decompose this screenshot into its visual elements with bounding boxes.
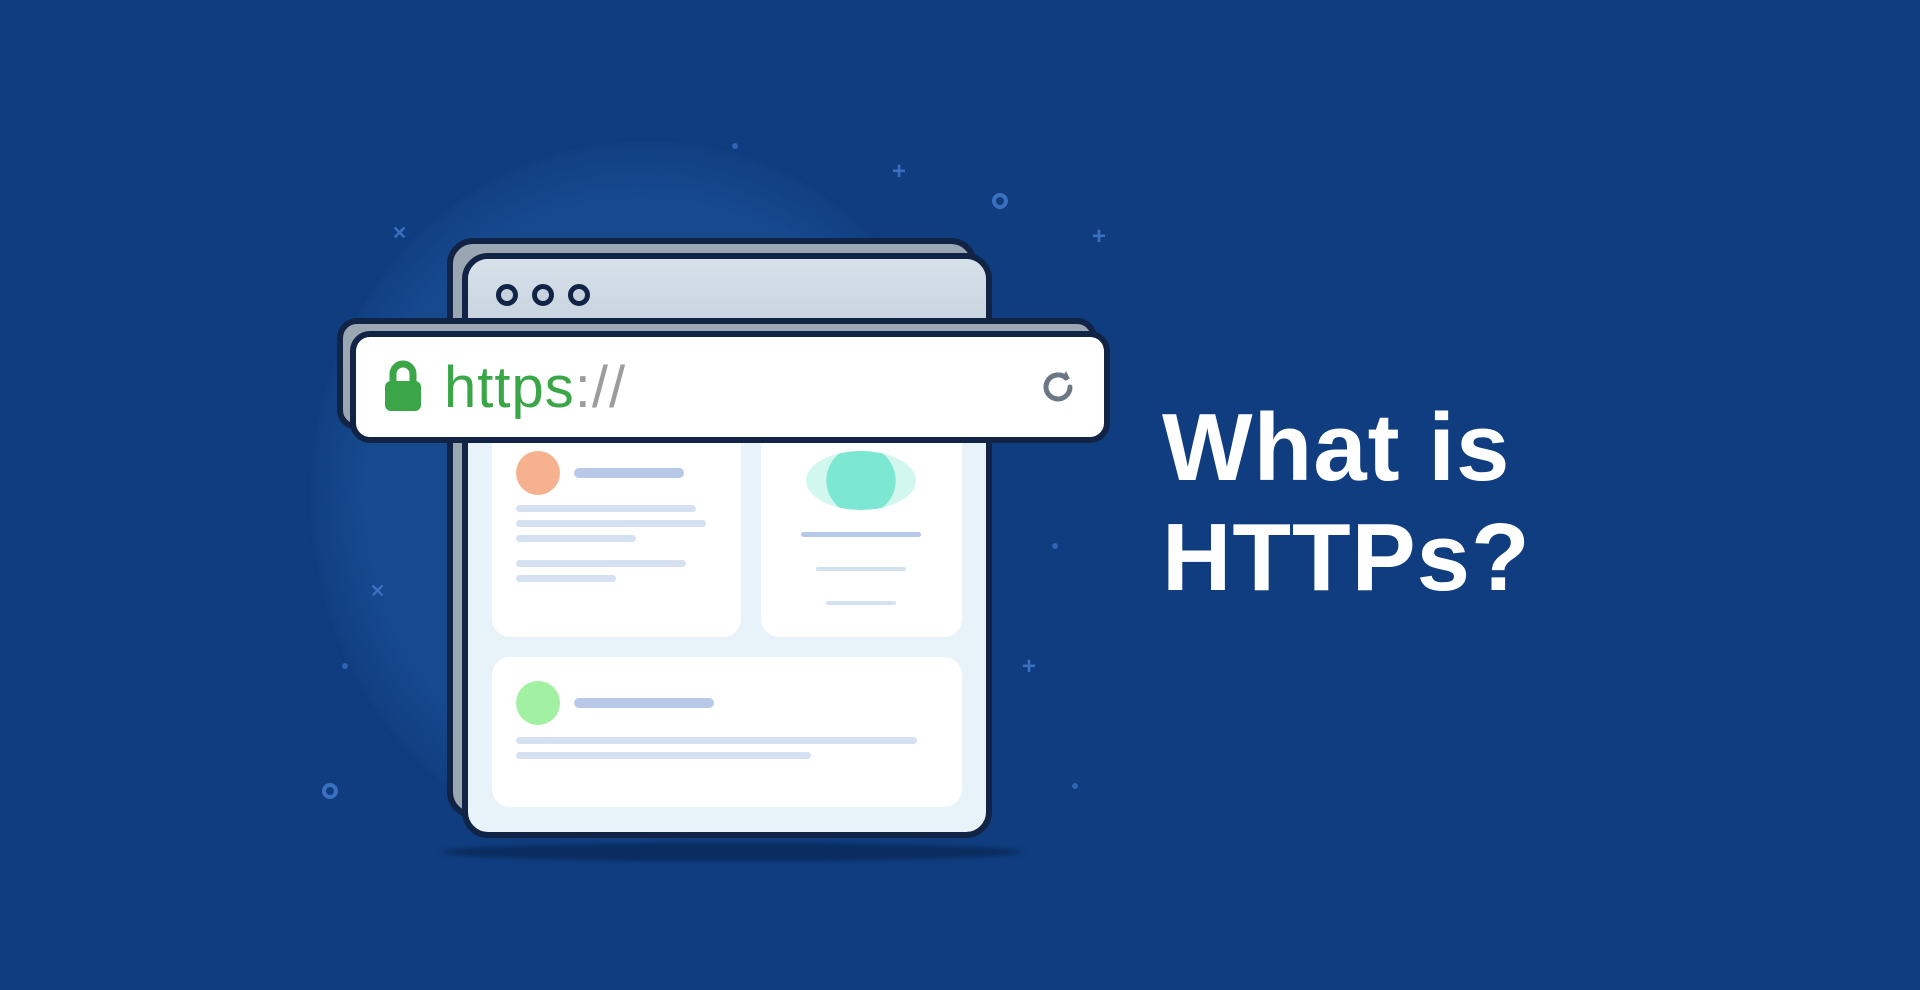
plus-icon: [1022, 653, 1036, 681]
plus-icon: [892, 158, 906, 186]
dot-icon: [1072, 783, 1078, 789]
window-control-icon: [568, 284, 590, 306]
dot-icon: [732, 143, 738, 149]
dot-icon: [1052, 543, 1058, 549]
profile-circle-icon: [806, 451, 916, 510]
window-control-icon: [532, 284, 554, 306]
browser-shadow: [442, 843, 1022, 861]
url-protocol: https://: [444, 354, 626, 421]
content-card: [761, 427, 963, 637]
protocol-separator: ://: [575, 355, 626, 420]
ring-icon: [992, 193, 1008, 209]
address-bar: https://: [350, 331, 1110, 443]
content-card: [492, 427, 741, 637]
plus-icon: [1092, 223, 1106, 251]
x-icon: [392, 223, 407, 244]
avatar-icon: [516, 681, 560, 725]
x-icon: [370, 581, 385, 602]
ring-icon: [322, 783, 338, 799]
avatar-icon: [516, 451, 560, 495]
lock-icon: [380, 359, 426, 415]
headline-line-1: What is: [1162, 393, 1531, 503]
reload-icon: [1036, 365, 1080, 409]
window-control-icon: [496, 284, 518, 306]
dot-icon: [342, 663, 348, 669]
headline: What is HTTPs?: [1162, 393, 1531, 614]
https-text: https: [444, 355, 575, 420]
content-card: [492, 657, 962, 807]
headline-line-2: HTTPs?: [1162, 503, 1531, 613]
